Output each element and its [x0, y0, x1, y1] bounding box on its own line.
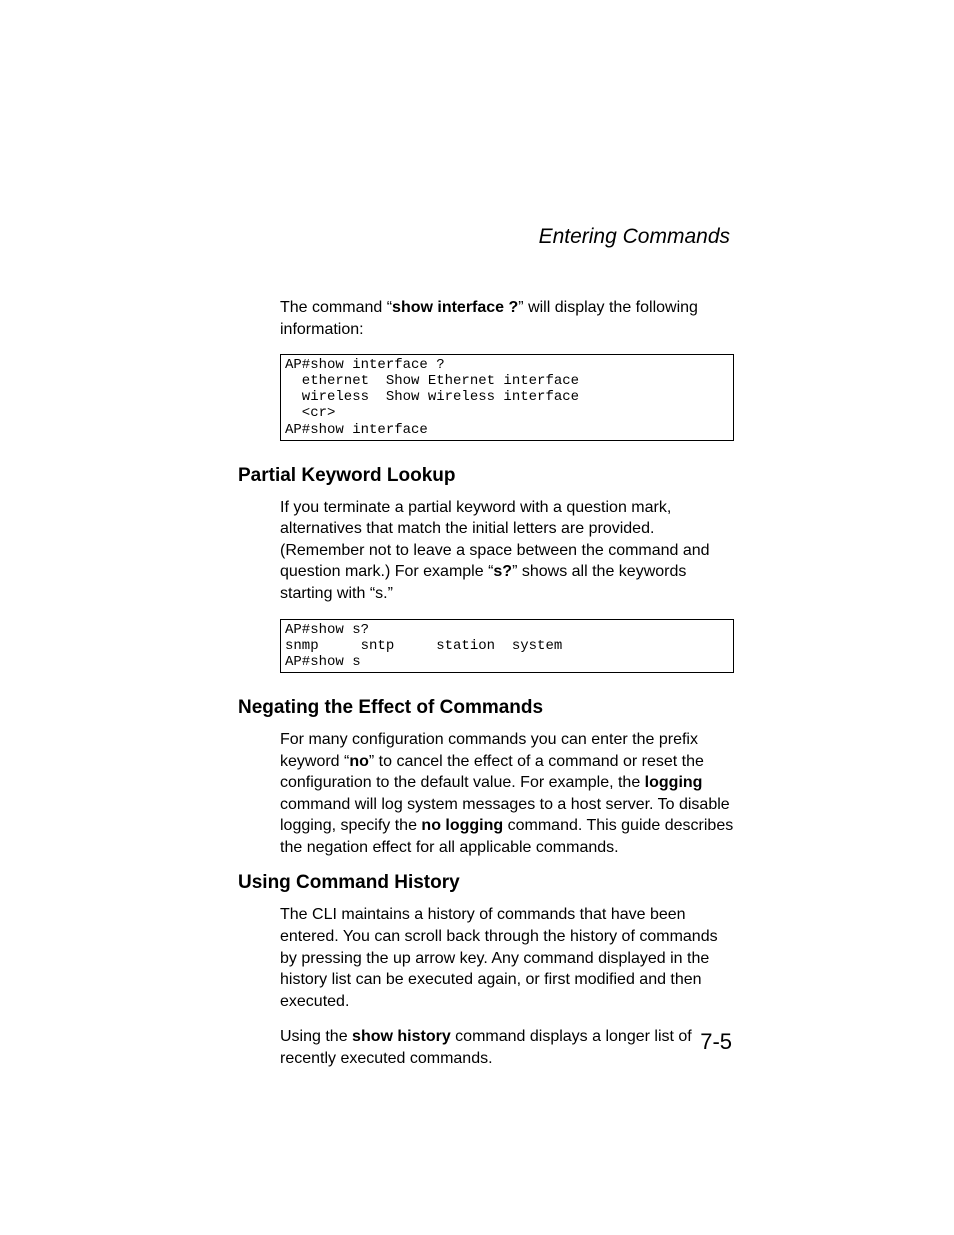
text: The command “: [280, 299, 392, 316]
page-container: Entering Commands The command “show inte…: [0, 0, 954, 1235]
code-block-2: AP#show s? snmp sntp station system AP#s…: [280, 619, 734, 673]
heading-history: Using Command History: [238, 872, 734, 894]
page-number: 7-5: [700, 1029, 732, 1055]
bold-text: logging: [645, 774, 703, 791]
section2-text: For many configuration commands you can …: [280, 729, 734, 859]
text: Using the: [280, 1028, 352, 1045]
section3-text-1: The CLI maintains a history of commands …: [280, 904, 734, 1012]
bold-text: no logging: [421, 817, 503, 834]
bold-text: show history: [352, 1028, 451, 1045]
code-block-1: AP#show interface ? ethernet Show Ethern…: [280, 354, 734, 440]
page-header: Entering Commands: [238, 225, 734, 249]
bold-text: show interface ?: [392, 299, 518, 316]
heading-partial-keyword: Partial Keyword Lookup: [238, 465, 734, 487]
bold-text: no: [349, 753, 369, 770]
section1-text: If you terminate a partial keyword with …: [280, 497, 734, 605]
intro-text: The command “show interface ?” will disp…: [280, 297, 734, 340]
section3-text-2: Using the show history command displays …: [280, 1026, 734, 1069]
bold-text: s?: [493, 563, 512, 580]
heading-negating: Negating the Effect of Commands: [238, 697, 734, 719]
